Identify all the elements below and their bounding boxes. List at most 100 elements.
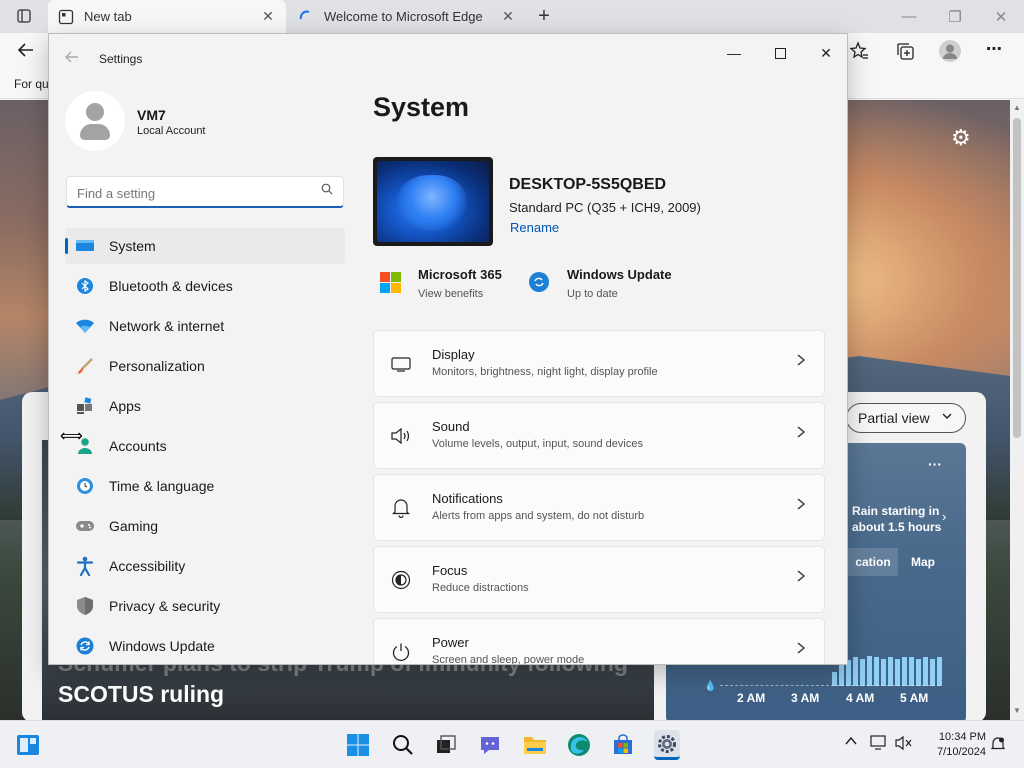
- teams-chat-button[interactable]: [477, 732, 503, 758]
- nav-item-privacy-security[interactable]: Privacy & security: [65, 588, 345, 624]
- collections-button[interactable]: [895, 41, 915, 64]
- find-setting-search-box[interactable]: [66, 176, 344, 208]
- user-account-type: Local Account: [137, 125, 206, 137]
- collections-icon: [897, 43, 914, 60]
- tab-actions-icon: [17, 9, 31, 23]
- nav-item-windows-update[interactable]: Windows Update: [65, 628, 345, 664]
- page-scrollbar[interactable]: ▲ ▼: [1010, 100, 1024, 720]
- page-title: System: [373, 92, 470, 122]
- tab-welcome-edge[interactable]: Welcome to Microsoft Edge ✕: [288, 0, 526, 33]
- weather-more-icon[interactable]: ···: [928, 456, 942, 472]
- browser-minimize-button[interactable]: —: [886, 0, 932, 33]
- nav-item-label: Apps: [109, 398, 141, 414]
- settings-card-notifications[interactable]: Notifications Alerts from apps and syste…: [373, 474, 825, 541]
- new-tab-button[interactable]: +: [532, 4, 556, 28]
- edge-browser-button[interactable]: [566, 732, 592, 758]
- find-setting-input[interactable]: [77, 183, 307, 203]
- user-avatar[interactable]: [65, 91, 125, 151]
- nav-item-network[interactable]: Network & internet: [65, 308, 345, 344]
- favorites-button[interactable]: [849, 41, 869, 64]
- wallpaper-preview: [377, 161, 489, 242]
- bell-icon: [390, 497, 412, 519]
- widgets-button[interactable]: [16, 733, 40, 757]
- weather-tab-location[interactable]: cation: [848, 548, 898, 576]
- tab-actions-button[interactable]: [8, 5, 40, 27]
- card-title: Sound: [432, 419, 470, 434]
- windows-update-icon: [75, 636, 95, 656]
- settings-minimize-button[interactable]: —: [711, 38, 757, 68]
- chevron-down-icon: [941, 410, 953, 425]
- rain-bar: [902, 657, 907, 686]
- nav-item-time-language[interactable]: Time & language: [65, 468, 345, 504]
- back-arrow-icon: [65, 51, 78, 63]
- notification-center-button[interactable]: [990, 736, 1006, 755]
- network-monitor-icon: [870, 735, 886, 750]
- more-menu-button[interactable]: ⋯: [986, 39, 1002, 59]
- file-explorer-button[interactable]: [522, 732, 548, 758]
- settings-card-sound[interactable]: Sound Volume levels, output, input, soun…: [373, 402, 825, 469]
- browser-restore-button[interactable]: ❐: [932, 0, 978, 33]
- nav-item-system[interactable]: System: [65, 228, 345, 264]
- chat-icon: [481, 737, 499, 754]
- rain-time-label: 2 AM: [737, 691, 766, 705]
- tab-close-button[interactable]: ✕: [500, 8, 516, 25]
- settings-card-focus[interactable]: Focus Reduce distractions: [373, 546, 825, 613]
- profile-avatar-button[interactable]: [939, 40, 961, 62]
- avatar-body: [80, 124, 110, 140]
- volume-muted-tray-button[interactable]: [895, 735, 913, 754]
- start-button[interactable]: [345, 732, 371, 758]
- settings-back-button[interactable]: [65, 50, 79, 68]
- nav-item-personalization[interactable]: Personalization: [65, 348, 345, 384]
- settings-close-button[interactable]: ✕: [803, 38, 847, 68]
- chevron-right-icon[interactable]: ›: [942, 509, 946, 524]
- focus-icon: [390, 569, 412, 591]
- maximize-icon: [774, 47, 786, 59]
- device-wallpaper-thumbnail[interactable]: [373, 157, 493, 246]
- promo-windows-update[interactable]: Windows Update Up to date: [529, 266, 689, 306]
- promo-microsoft-365[interactable]: Microsoft 365 View benefits: [380, 266, 520, 306]
- settings-card-display[interactable]: Display Monitors, brightness, night ligh…: [373, 330, 825, 397]
- user-name: VM7: [137, 107, 166, 123]
- card-title: Display: [432, 347, 475, 362]
- nav-item-accessibility[interactable]: Accessibility: [65, 548, 345, 584]
- rain-bar: [853, 657, 858, 686]
- card-subtitle: Volume levels, output, input, sound devi…: [432, 438, 643, 450]
- chevron-right-icon: [796, 641, 806, 658]
- partial-view-dropdown[interactable]: Partial view: [846, 403, 966, 433]
- nav-item-bluetooth[interactable]: Bluetooth & devices: [65, 268, 345, 304]
- weather-tab-map[interactable]: Map: [898, 548, 948, 576]
- windows-bloom-image: [397, 175, 467, 231]
- settings-title-bar[interactable]: Settings — ✕: [49, 34, 847, 82]
- rename-link[interactable]: Rename: [510, 220, 559, 235]
- taskbar-clock[interactable]: 10:34 PM 7/10/2024: [924, 730, 986, 760]
- nav-item-label: Windows Update: [109, 638, 215, 654]
- back-button[interactable]: [16, 40, 40, 62]
- show-hidden-icons-button[interactable]: [844, 734, 858, 751]
- page-settings-gear-icon[interactable]: ⚙: [951, 125, 971, 151]
- scroll-down-icon[interactable]: ▼: [1013, 706, 1021, 715]
- scrollbar-thumb[interactable]: [1013, 118, 1021, 438]
- nav-item-label: Privacy & security: [109, 598, 221, 614]
- tab-new-tab[interactable]: New tab ✕: [48, 0, 286, 33]
- nav-item-apps[interactable]: Apps: [65, 388, 345, 424]
- weather-rain-notice[interactable]: Rain starting in about 1.5 hours: [852, 503, 942, 535]
- rain-forecast-axis: [720, 685, 940, 686]
- folder-icon: [524, 737, 546, 754]
- scroll-up-icon[interactable]: ▲: [1013, 103, 1021, 112]
- promo-subtitle: View benefits: [418, 288, 484, 300]
- task-view-button[interactable]: [433, 732, 459, 758]
- tab-close-button[interactable]: ✕: [260, 8, 276, 25]
- nav-item-accounts[interactable]: Accounts: [65, 428, 345, 464]
- settings-card-power[interactable]: Power Screen and sleep, power mode: [373, 618, 825, 664]
- browser-close-button[interactable]: ✕: [978, 0, 1024, 33]
- settings-maximize-button[interactable]: [757, 38, 803, 68]
- microsoft-store-button[interactable]: [610, 732, 636, 758]
- nav-item-gaming[interactable]: Gaming: [65, 508, 345, 544]
- system-icon: [75, 236, 95, 256]
- settings-taskbar-button[interactable]: [654, 730, 680, 760]
- windows-start-icon: [347, 734, 369, 756]
- taskbar: 10:34 PM 7/10/2024: [0, 720, 1024, 768]
- taskbar-search-button[interactable]: [390, 732, 416, 758]
- network-tray-button[interactable]: [870, 735, 888, 754]
- rain-bar: [930, 659, 935, 686]
